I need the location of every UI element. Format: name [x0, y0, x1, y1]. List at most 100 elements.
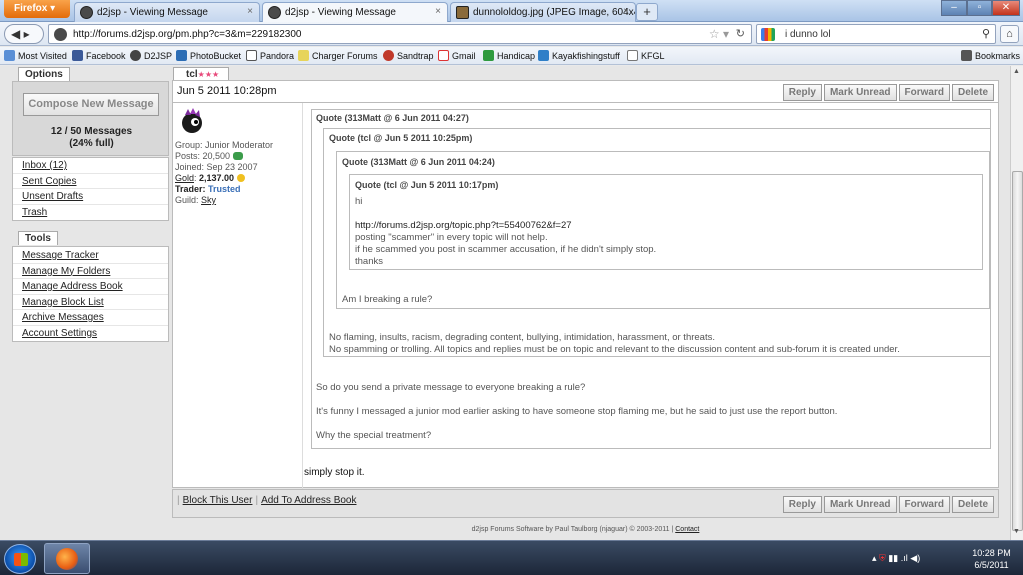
close-tab-icon[interactable]: × — [623, 6, 629, 17]
options-tab: Options — [18, 67, 70, 81]
close-tab-icon[interactable]: × — [247, 6, 253, 17]
title-bar: Firefox ▾ d2jsp - Viewing Message × d2js… — [0, 0, 1023, 22]
user-guild-row: Guild: Sky — [175, 195, 300, 206]
delete-button-bottom[interactable]: Delete — [951, 496, 994, 513]
windows-taskbar: ▴ ⛨ ▮▮ .ıl ◀) 10:28 PM 6/5/2011 — [0, 540, 1023, 575]
bookmark-label: Facebook — [86, 51, 126, 61]
search-bar[interactable]: i dunno lol ⚲ — [756, 24, 996, 44]
guild-link[interactable]: Sky — [201, 195, 216, 205]
tool-manage-folders[interactable]: Manage My Folders — [13, 264, 168, 279]
bookmark-kfgl[interactable]: KFGL — [627, 50, 665, 61]
system-tray: ▴ ⛨ ▮▮ .ıl ◀) — [872, 553, 920, 564]
tool-archive-messages[interactable]: Archive Messages — [13, 310, 168, 326]
bookmark-facebook[interactable]: Facebook — [72, 50, 126, 61]
sidebar-item-unsent-drafts[interactable]: Unsent Drafts — [13, 189, 168, 205]
back-forward-button[interactable]: ◀ ▸ — [4, 24, 44, 44]
url-text: http://forums.d2jsp.org/pm.php?c=3&m=229… — [73, 29, 302, 40]
block-user-link[interactable]: Block This User — [180, 495, 256, 506]
bookmark-sandtrap[interactable]: Sandtrap — [383, 50, 434, 61]
tab-1[interactable]: d2jsp - Viewing Message × — [74, 2, 260, 22]
bookmark-d2jsp[interactable]: D2JSP — [130, 50, 172, 61]
quote-1-body-line-1: So do you send a private message to ever… — [316, 382, 586, 393]
reply-button[interactable]: Reply — [782, 84, 822, 101]
bookmark-label: Pandora — [260, 51, 295, 61]
quote-4-header: Quote (tcl @ Jun 5 2011 10:17pm) — [355, 180, 499, 190]
charger-forums-icon — [298, 50, 309, 61]
vertical-scrollbar[interactable]: ▲ ▼ — [1010, 66, 1023, 540]
bookmark-pandora[interactable]: Pandora — [246, 50, 294, 61]
bookmark-label: Charger Forums — [312, 51, 378, 61]
trader-label: Trader: — [175, 184, 206, 194]
tool-account-settings[interactable]: Account Settings — [13, 326, 168, 342]
tool-message-tracker[interactable]: Message Tracker — [13, 248, 168, 264]
home-button[interactable]: ⌂ — [1000, 25, 1019, 43]
sidebar-item-trash[interactable]: Trash — [13, 205, 168, 221]
handicap-flag-icon — [483, 50, 494, 61]
mark-unread-button-bottom[interactable]: Mark Unread — [823, 496, 897, 513]
friends-icon — [232, 152, 243, 160]
action-buttons-bottom: Reply Mark Unread Forward Delete — [781, 496, 994, 513]
firefox-menu-button[interactable]: Firefox ▾ — [4, 0, 70, 18]
clock-time: 10:28 PM — [972, 548, 1011, 558]
maximize-button[interactable]: ▫ — [967, 0, 992, 16]
bookmark-most-visited[interactable]: Most Visited — [4, 50, 67, 61]
bookmark-label: D2JSP — [144, 51, 173, 61]
sidebar-item-inbox[interactable]: Inbox (12) — [13, 158, 168, 174]
bookmark-charger-forums[interactable]: Charger Forums — [298, 50, 378, 61]
gold-link[interactable]: Gold — [175, 173, 194, 183]
bookmark-handicap[interactable]: Handicap — [483, 50, 535, 61]
bookmark-gmail[interactable]: Gmail — [438, 50, 476, 61]
tray-expand-icon[interactable]: ▴ — [872, 553, 877, 563]
minimize-button[interactable]: – — [941, 0, 967, 16]
clock[interactable]: 10:28 PM 6/5/2011 — [964, 547, 1019, 571]
bookmarks-menu[interactable]: Bookmarks — [961, 50, 1020, 61]
search-icon[interactable]: ⚲ — [982, 27, 990, 40]
tool-manage-address-book[interactable]: Manage Address Book — [13, 279, 168, 295]
reply-button-bottom[interactable]: Reply — [782, 496, 822, 513]
folder-nav: Inbox (12) Sent Copies Unsent Drafts Tra… — [12, 157, 169, 221]
compose-panel: Compose New Message 12 / 50 Messages (24… — [12, 81, 169, 156]
copyright-footer: d2jsp Forums Software by Paul Taulborg (… — [471, 526, 700, 533]
bookmark-label: Gmail — [452, 51, 476, 61]
forward-button-bottom[interactable]: Forward — [898, 496, 950, 513]
network-icon[interactable]: ▮▮ — [888, 553, 898, 563]
volume-icon[interactable]: ◀) — [910, 553, 920, 563]
forward-button[interactable]: Forward — [898, 84, 950, 101]
mark-unread-button[interactable]: Mark Unread — [823, 84, 897, 101]
add-address-book-link[interactable]: Add To Address Book — [258, 495, 359, 506]
bookmark-label: KFGL — [641, 51, 665, 61]
site-identity-icon[interactable] — [54, 28, 67, 41]
signal-icon[interactable]: .ıl — [901, 553, 908, 563]
scroll-up-icon[interactable]: ▲ — [1013, 68, 1020, 75]
bookmark-star-icon[interactable]: ☆ ▾ — [709, 27, 729, 41]
contact-link[interactable]: Contact — [675, 526, 699, 533]
bookmark-kayakfishingstuff[interactable]: Kayakfishingstuff — [538, 50, 620, 61]
windows-logo-icon — [14, 553, 28, 566]
search-input-value: i dunno lol — [785, 29, 831, 40]
reload-icon[interactable]: ↻ — [736, 27, 745, 40]
poster-name[interactable]: tcl — [186, 69, 198, 80]
close-tab-icon[interactable]: × — [435, 6, 441, 17]
google-search-engine-icon[interactable] — [761, 28, 775, 41]
tab-3[interactable]: dunnololdog.jpg (JPEG Image, 604x4... × — [450, 2, 636, 22]
d2jsp-favicon-icon — [268, 6, 281, 19]
topic-link[interactable]: http://forums.d2jsp.org/topic.php?t=5540… — [355, 220, 572, 231]
close-window-button[interactable]: ✕ — [992, 0, 1020, 16]
quote-3-header: Quote (313Matt @ 6 Jun 2011 04:24) — [342, 157, 495, 167]
compose-new-message-button[interactable]: Compose New Message — [23, 93, 159, 116]
rank-stars-icon: ★★★ — [197, 70, 220, 79]
antivirus-icon[interactable]: ⛨ — [879, 553, 886, 563]
delete-button[interactable]: Delete — [951, 84, 994, 101]
taskbar-firefox[interactable] — [44, 543, 90, 574]
new-tab-button[interactable]: + — [636, 3, 658, 21]
start-button[interactable] — [4, 544, 36, 574]
scrollbar-thumb[interactable] — [1012, 171, 1023, 531]
avatar[interactable] — [177, 107, 207, 135]
bookmark-photobucket[interactable]: PhotoBucket — [176, 50, 241, 61]
tab-2[interactable]: d2jsp - Viewing Message × — [262, 2, 448, 22]
clock-date: 6/5/2011 — [974, 560, 1009, 570]
scroll-down-icon[interactable]: ▼ — [1013, 528, 1020, 535]
tool-manage-block-list[interactable]: Manage Block List — [13, 295, 168, 310]
sidebar-item-sent-copies[interactable]: Sent Copies — [13, 174, 168, 189]
url-bar[interactable]: http://forums.d2jsp.org/pm.php?c=3&m=229… — [48, 24, 752, 44]
